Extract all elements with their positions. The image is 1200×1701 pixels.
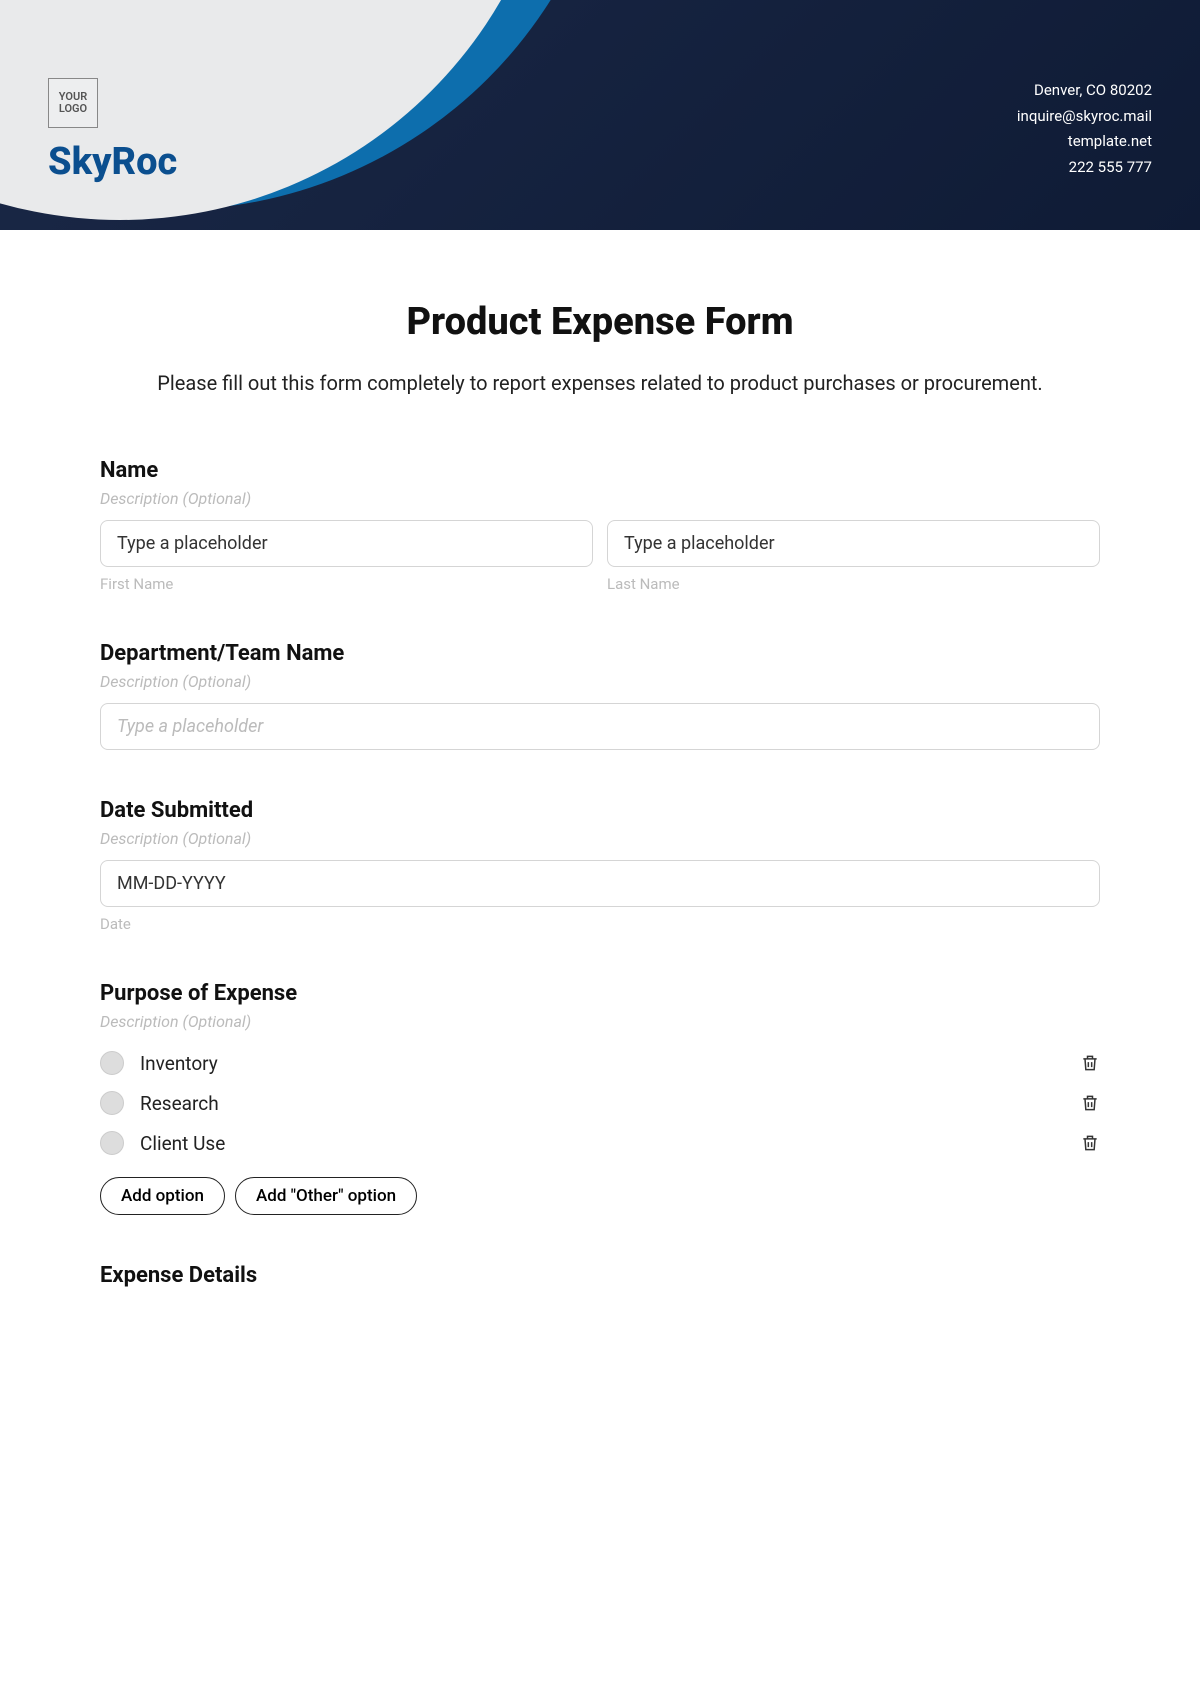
contact-address: Denver, CO 80202 (1017, 78, 1152, 104)
radio-option[interactable]: Research (100, 1083, 1100, 1123)
radio-icon (100, 1091, 124, 1115)
input-caption: First Name (100, 575, 593, 593)
contact-site: template.net (1017, 129, 1152, 155)
field-label: Purpose of Expense (100, 981, 1100, 1006)
logo-placeholder: YOUR LOGO (48, 78, 98, 128)
header-left: YOUR LOGO SkyRoc (48, 78, 177, 184)
date-input[interactable] (100, 860, 1100, 907)
field-label: Department/Team Name (100, 641, 1100, 666)
trash-icon[interactable] (1080, 1092, 1100, 1114)
field-purpose: Purpose of Expense Description (Optional… (100, 981, 1100, 1215)
form-description: Please fill out this form completely to … (100, 368, 1100, 398)
form-title: Product Expense Form (100, 300, 1100, 344)
field-label: Date Submitted (100, 798, 1100, 823)
field-department: Department/Team Name Description (Option… (100, 641, 1100, 750)
radio-option[interactable]: Client Use (100, 1123, 1100, 1163)
field-sublabel: Description (Optional) (100, 829, 1100, 848)
company-name: SkyRoc (48, 140, 177, 184)
field-name: Name Description (Optional) First Name L… (100, 458, 1100, 593)
field-date: Date Submitted Description (Optional) Da… (100, 798, 1100, 933)
contact-email: inquire@skyroc.mail (1017, 104, 1152, 130)
expense-details-heading: Expense Details (100, 1263, 1100, 1288)
radio-option[interactable]: Inventory (100, 1043, 1100, 1083)
trash-icon[interactable] (1080, 1132, 1100, 1154)
form-content: Product Expense Form Please fill out thi… (0, 230, 1200, 1328)
contact-phone: 222 555 777 (1017, 155, 1152, 181)
trash-icon[interactable] (1080, 1052, 1100, 1074)
add-option-button[interactable]: Add option (100, 1177, 225, 1215)
radio-label: Inventory (140, 1052, 1080, 1075)
field-sublabel: Description (Optional) (100, 489, 1100, 508)
field-label: Name (100, 458, 1100, 483)
radio-icon (100, 1131, 124, 1155)
input-caption: Last Name (607, 575, 1100, 593)
header-contact: Denver, CO 80202 inquire@skyroc.mail tem… (1017, 78, 1152, 180)
first-name-input[interactable] (100, 520, 593, 567)
radio-icon (100, 1051, 124, 1075)
radio-label: Research (140, 1092, 1080, 1115)
page-header: YOUR LOGO SkyRoc Denver, CO 80202 inquir… (0, 0, 1200, 230)
last-name-input[interactable] (607, 520, 1100, 567)
radio-label: Client Use (140, 1132, 1080, 1155)
input-caption: Date (100, 915, 1100, 933)
field-sublabel: Description (Optional) (100, 1012, 1100, 1031)
department-input[interactable] (100, 703, 1100, 750)
field-sublabel: Description (Optional) (100, 672, 1100, 691)
add-other-option-button[interactable]: Add "Other" option (235, 1177, 417, 1215)
